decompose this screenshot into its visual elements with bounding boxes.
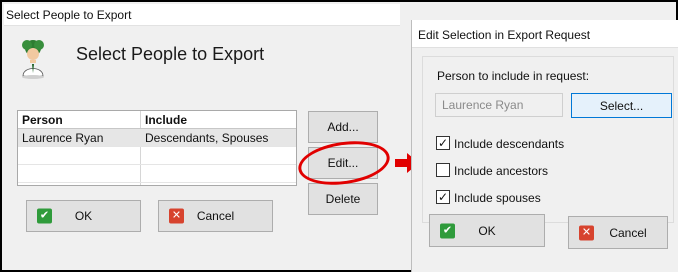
- table-header: Person Include: [18, 111, 296, 129]
- right-ok-button[interactable]: ✔ OK: [429, 214, 545, 247]
- add-button-label: Add...: [327, 120, 359, 134]
- left-dialog-titlebar: Select People to Export: [4, 4, 400, 26]
- include-ancestors-label: Include ancestors: [454, 164, 549, 178]
- table-row[interactable]: Laurence Ryan Descendants, Spouses: [18, 129, 296, 147]
- person-avatar-icon: [22, 40, 44, 79]
- cell-person: Laurence Ryan: [22, 131, 104, 145]
- add-button[interactable]: Add...: [308, 111, 378, 143]
- screenshot-frame: Select People to Export Select People to…: [0, 0, 678, 272]
- select-button[interactable]: Select...: [571, 93, 672, 118]
- right-dialog-window-title: Edit Selection in Export Request: [418, 28, 591, 42]
- person-label: Person to include in request:: [437, 69, 590, 83]
- column-header-include: Include: [145, 113, 188, 127]
- delete-button[interactable]: Delete: [308, 183, 378, 215]
- include-spouses-checkbox[interactable]: ✓: [436, 190, 450, 204]
- left-ok-button[interactable]: ✔ OK: [26, 200, 141, 232]
- right-ok-label: OK: [478, 223, 496, 238]
- table-row-empty: [18, 165, 296, 183]
- right-dialog-titlebar: Edit Selection in Export Request: [412, 20, 678, 48]
- cell-include: Descendants, Spouses: [145, 131, 269, 145]
- table-row-empty: [18, 147, 296, 165]
- left-dialog-window-title: Select People to Export: [6, 8, 132, 22]
- include-spouses-label: Include spouses: [454, 191, 541, 205]
- left-dialog-header-title: Select People to Export: [76, 44, 265, 64]
- left-ok-label: OK: [74, 209, 93, 223]
- right-cancel-label: Cancel: [609, 225, 647, 240]
- include-ancestors-checkbox[interactable]: [436, 163, 450, 177]
- left-cancel-button[interactable]: ✕ Cancel: [158, 200, 273, 232]
- include-descendants-label: Include descendants: [454, 137, 565, 151]
- column-header-person: Person: [22, 113, 63, 127]
- right-cancel-button[interactable]: ✕ Cancel: [568, 216, 668, 249]
- people-table: Person Include Laurence Ryan Descendants…: [17, 110, 297, 186]
- left-cancel-label: Cancel: [196, 209, 235, 223]
- person-field: Laurence Ryan: [435, 93, 563, 117]
- select-button-label: Select...: [599, 98, 644, 113]
- delete-button-label: Delete: [325, 192, 361, 206]
- include-descendants-checkbox[interactable]: ✓: [436, 136, 450, 150]
